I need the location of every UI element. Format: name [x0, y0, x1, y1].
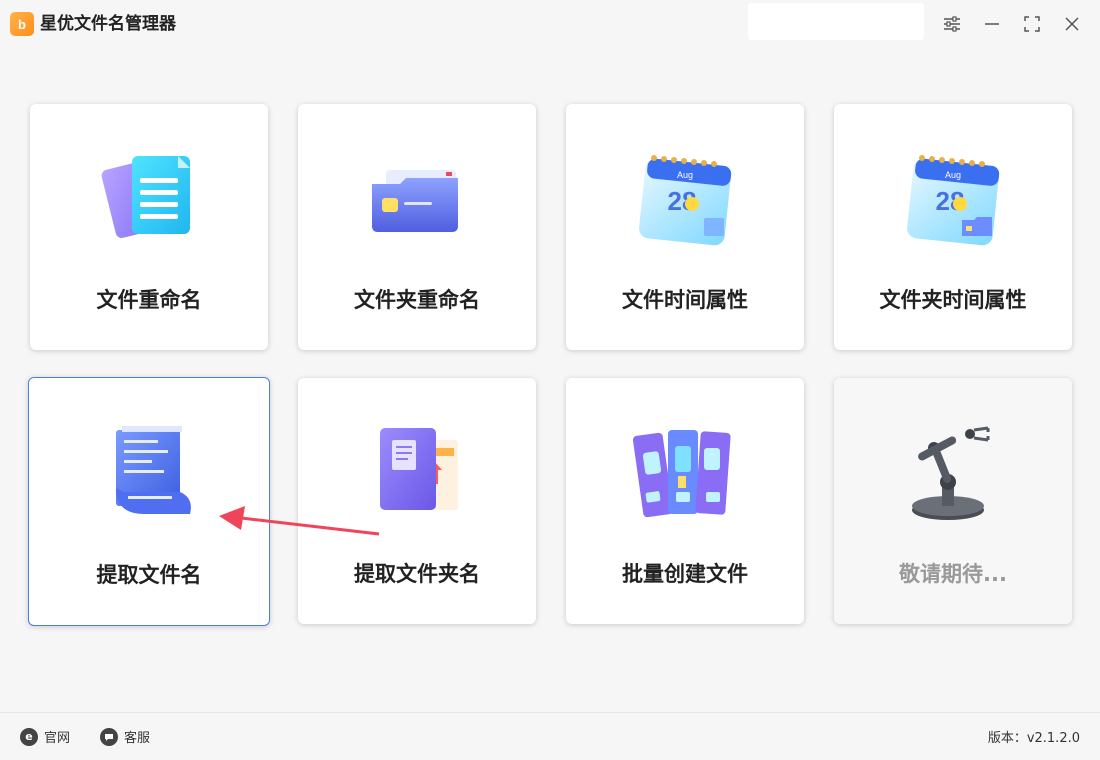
website-link[interactable]: e 官网 — [20, 727, 70, 746]
documents-icon — [94, 144, 204, 254]
card-label: 文件夹时间属性 — [879, 288, 1027, 312]
sliders-icon[interactable] — [940, 12, 964, 36]
card-label: 敬请期待... — [899, 562, 1007, 586]
version-text: 版本：v2.1.2.0 — [987, 731, 1080, 746]
card-folder-rename[interactable]: 文件夹重命名 — [298, 104, 536, 350]
title-bar: b 星优文件名管理器 — [0, 0, 1100, 48]
card-folder-time[interactable]: Aug 28 文件夹时间属性 — [834, 104, 1072, 350]
website-icon: e — [20, 727, 38, 746]
binders-icon — [630, 418, 740, 528]
footer: e 官网 客服 版本：v2.1.2.0 — [0, 712, 1100, 760]
card-file-time[interactable]: Aug 28 文件时间属性 — [566, 104, 804, 350]
chat-bubble-icon — [100, 727, 118, 746]
folder-icon — [362, 144, 472, 254]
card-coming-soon: 敬请期待... — [834, 378, 1072, 624]
maximize-icon[interactable] — [1020, 12, 1044, 36]
calendar-icon: Aug 28 — [630, 144, 740, 254]
support-link[interactable]: 客服 — [100, 727, 150, 746]
card-file-rename[interactable]: 文件重命名 — [30, 104, 268, 350]
card-label: 提取文件夹名 — [354, 562, 480, 586]
calendar-month: Aug — [945, 170, 961, 180]
calendar-folder-icon: Aug 28 — [898, 144, 1008, 254]
card-batch-create[interactable]: 批量创建文件 — [566, 378, 804, 624]
title-search-box[interactable] — [748, 3, 924, 40]
app-title: 星优文件名管理器 — [40, 14, 176, 34]
close-icon[interactable] — [1060, 12, 1084, 36]
website-label: 官网 — [44, 731, 71, 746]
annotation-arrow — [219, 506, 380, 536]
scroll-document-icon — [94, 418, 204, 528]
app-logo: b — [10, 12, 34, 36]
support-label: 客服 — [124, 731, 151, 746]
card-label: 文件重命名 — [96, 288, 202, 312]
app-logo-text: b — [18, 16, 26, 32]
calendar-month: Aug — [677, 170, 693, 180]
minimize-icon[interactable] — [980, 12, 1004, 36]
robot-arm-icon — [898, 418, 1008, 528]
card-label: 文件夹重命名 — [354, 288, 480, 312]
card-label: 文件时间属性 — [622, 288, 748, 312]
card-label: 批量创建文件 — [622, 562, 748, 586]
card-label: 提取文件名 — [96, 563, 202, 587]
